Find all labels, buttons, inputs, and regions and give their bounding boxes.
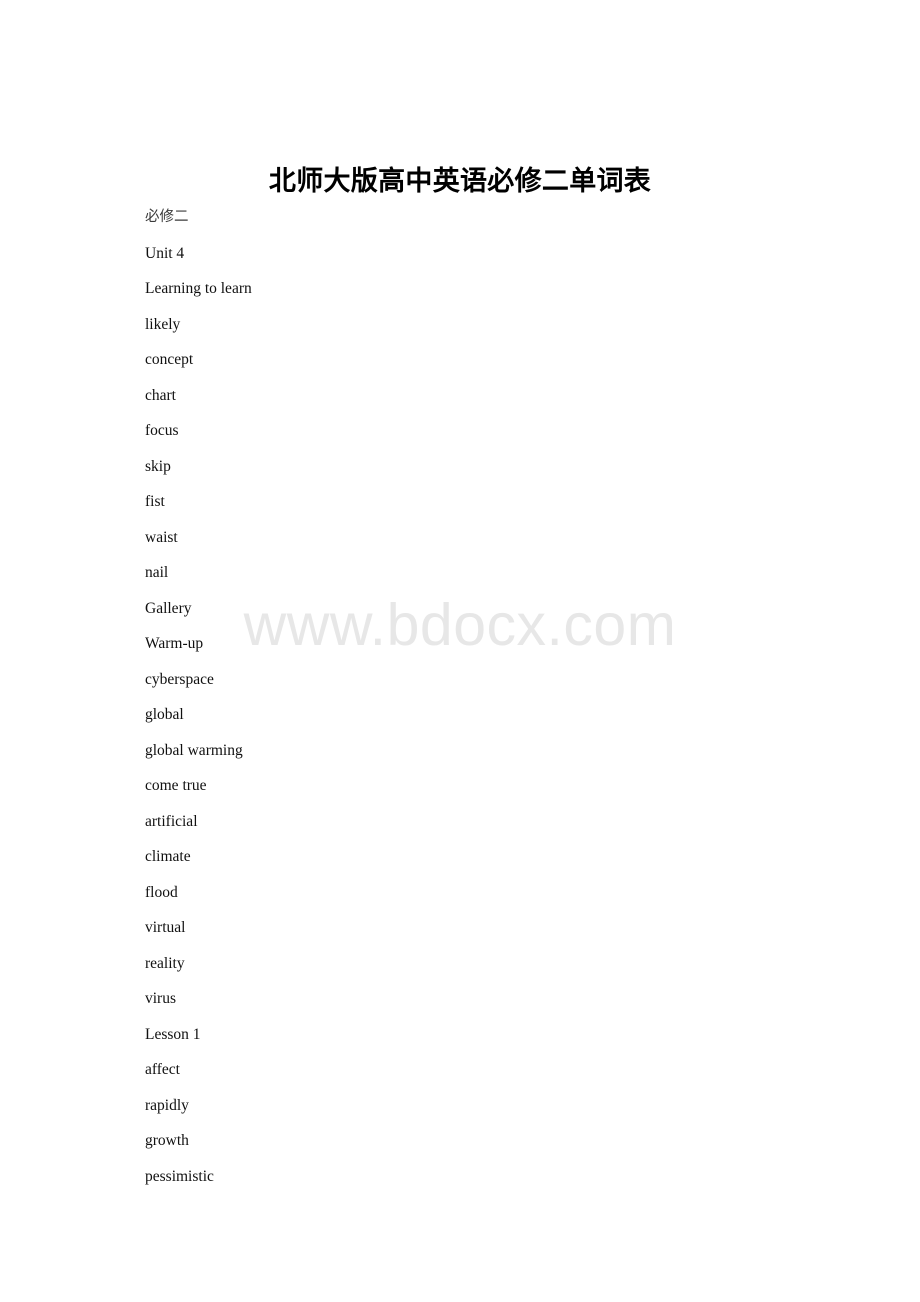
vocabulary-word-list: 必修二 Unit 4 Learning to learn likely concept c… — [145, 200, 785, 1194]
word-list-item: chart — [145, 386, 176, 404]
word-list-item: waist — [145, 528, 178, 546]
word-list-item: affect — [145, 1061, 180, 1078]
word-list-item: focus — [145, 422, 179, 439]
word-list-item: reality — [145, 954, 185, 972]
word-list-item: artificial — [145, 812, 198, 830]
word-list-item: virus — [145, 990, 176, 1007]
word-list-item: likely — [145, 315, 181, 333]
word-list-item: come true — [145, 777, 207, 794]
page-title: 北师大版高中英语必修二单词表 — [268, 166, 652, 197]
word-list-item: skip — [145, 457, 171, 475]
word-list-item: Learning to learn — [145, 280, 252, 297]
word-list-item: global — [145, 706, 184, 723]
word-list-item: rapidly — [145, 1096, 189, 1114]
word-list-item: Warm-up — [145, 635, 204, 652]
word-list-item: nail — [145, 564, 169, 581]
word-list-item: climate — [145, 848, 191, 865]
word-list-item: virtual — [145, 919, 186, 936]
word-list-item: cyberspace — [145, 670, 214, 688]
word-list-item: concept — [145, 351, 194, 368]
word-list-item: 必修二 — [145, 209, 189, 225]
word-list-item: growth — [145, 1132, 189, 1149]
word-list-item: Gallery — [145, 599, 192, 617]
word-list-item: Lesson 1 — [145, 1025, 201, 1043]
word-list-item: pessimistic — [145, 1167, 214, 1185]
word-list-item: Unit 4 — [145, 244, 185, 262]
word-list-item: global warming — [145, 741, 243, 759]
word-list-item: fist — [145, 493, 165, 510]
document-page: www.bdocx.com 北师大版高中英语必修二单词表 必修二 Unit 4 Le… — [0, 0, 920, 1302]
word-list-item: flood — [145, 883, 178, 901]
